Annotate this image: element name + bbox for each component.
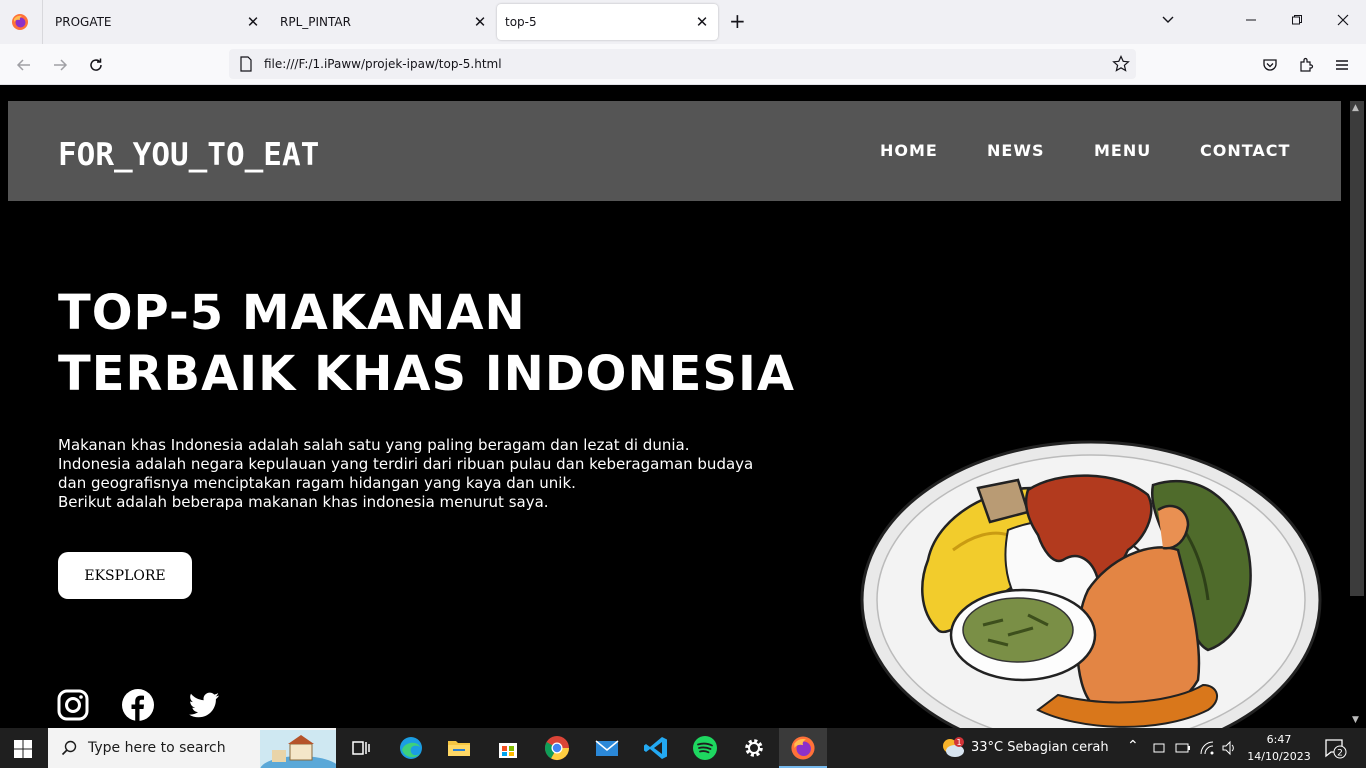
extensions-button[interactable] <box>1295 54 1317 76</box>
site-header: FOR_YOU_TO_EAT HOME NEWS MENU CONTACT <box>8 101 1341 201</box>
tab-title: top-5 <box>505 15 537 29</box>
nav-home[interactable]: HOME <box>880 141 938 160</box>
list-tabs-button[interactable] <box>1156 11 1180 30</box>
nav-news[interactable]: NEWS <box>987 141 1045 160</box>
settings-gear-icon[interactable] <box>740 734 768 762</box>
instagram-icon[interactable] <box>56 688 90 722</box>
menu-button[interactable] <box>1331 54 1353 76</box>
close-icon[interactable]: ✕ <box>470 12 490 32</box>
star-icon[interactable] <box>1112 55 1130 73</box>
task-view-icon[interactable] <box>347 734 375 762</box>
mail-icon[interactable] <box>593 734 621 762</box>
arrow-left-icon <box>16 59 30 71</box>
url-text: file:///F:/1.iPaww/projek-ipaw/top-5.htm… <box>264 57 502 71</box>
taskbar-clock[interactable]: 6:47 14/10/2023 <box>1244 731 1314 765</box>
scrollbar-thumb[interactable] <box>1350 101 1364 596</box>
reload-button[interactable] <box>85 54 107 76</box>
hero-desc-line: dan geografisnya menciptakan ragam hidan… <box>58 474 576 492</box>
microsoft-store-icon[interactable] <box>494 734 522 762</box>
hero-desc-line: Indonesia adalah negara kepulauan yang t… <box>58 455 754 473</box>
minimize-button[interactable] <box>1239 11 1263 30</box>
back-button[interactable] <box>13 54 35 76</box>
tab-top-5[interactable]: top-5 ✕ <box>497 4 718 40</box>
tab-title: RPL_PINTAR <box>280 15 351 29</box>
forward-button[interactable] <box>49 54 71 76</box>
edge-icon[interactable] <box>397 734 425 762</box>
hero-desc-line: Makanan khas Indonesia adalah salah satu… <box>58 436 690 454</box>
restore-button[interactable] <box>1285 11 1309 30</box>
hero-title-line1: TOP-5 MAKANAN <box>58 285 526 341</box>
tab-rpl-pintar[interactable]: RPL_PINTAR ✕ <box>268 4 494 40</box>
hero-desc-line: Berikut adalah beberapa makanan khas ind… <box>58 493 549 511</box>
firefox-icon <box>791 736 815 760</box>
weather-badge: 1 <box>956 738 961 747</box>
firefox-icon[interactable] <box>11 13 29 31</box>
restore-icon <box>1292 15 1302 25</box>
search-placeholder: Type here to search <box>88 740 226 756</box>
weather-icon[interactable]: 1 <box>940 736 966 760</box>
clock-date: 14/10/2023 <box>1247 750 1311 763</box>
chevron-up-icon[interactable]: ⌃ <box>1127 738 1139 754</box>
search-icon <box>61 740 77 756</box>
hero-title-line2: TERBAIK KHAS INDONESIA <box>58 346 796 402</box>
battery-icon[interactable] <box>1175 741 1191 755</box>
meet-now-icon[interactable] <box>1152 741 1166 755</box>
spotify-icon[interactable] <box>691 734 719 762</box>
explore-button[interactable]: EKSPLORE <box>58 552 192 599</box>
tab-progate[interactable]: PROGATE ✕ <box>43 4 268 40</box>
hero-description: Makanan khas Indonesia adalah salah satu… <box>58 436 848 512</box>
page-scrollbar[interactable] <box>1349 101 1366 728</box>
weather-text[interactable]: 33°C Sebagian cerah <box>971 740 1109 755</box>
vscode-icon[interactable] <box>642 734 670 762</box>
puzzle-icon <box>1300 57 1314 72</box>
volume-icon[interactable] <box>1221 740 1237 756</box>
scroll-up-arrow[interactable]: ▲ <box>1352 103 1359 113</box>
hero-title: TOP-5 MAKANAN TERBAIK KHAS INDONESIA <box>58 283 795 405</box>
close-icon <box>1337 14 1349 26</box>
nav-contact[interactable]: CONTACT <box>1200 141 1290 160</box>
page-viewport: FOR_YOU_TO_EAT HOME NEWS MENU CONTACT TO… <box>0 85 1366 728</box>
search-highlight-icon <box>260 730 336 768</box>
pocket-icon <box>1263 59 1277 71</box>
url-bar[interactable]: file:///F:/1.iPaww/projek-ipaw/top-5.htm… <box>229 49 1136 79</box>
arrow-right-icon <box>54 59 68 71</box>
nav-menu[interactable]: MENU <box>1094 141 1151 160</box>
page-icon <box>240 56 252 72</box>
new-tab-button[interactable]: + <box>729 11 746 31</box>
facebook-icon[interactable] <box>121 688 155 722</box>
taskbar-firefox-active[interactable] <box>779 728 827 768</box>
file-explorer-icon[interactable] <box>445 734 473 762</box>
twitter-icon[interactable] <box>187 688 221 722</box>
tab-title: PROGATE <box>55 15 112 29</box>
windows-taskbar: Type here to search 1 33°C Sebagian cera… <box>0 728 1366 768</box>
taskbar-search-box[interactable]: Type here to search <box>48 728 336 768</box>
hamburger-icon <box>1336 60 1348 70</box>
close-icon[interactable]: ✕ <box>692 12 712 32</box>
chevron-down-icon <box>1162 16 1174 23</box>
notification-count: 2 <box>1337 749 1343 759</box>
brand-logo[interactable]: FOR_YOU_TO_EAT <box>58 137 319 173</box>
food-plate-illustration <box>860 440 1322 728</box>
minimize-icon <box>1246 19 1256 21</box>
clock-time: 6:47 <box>1266 733 1292 746</box>
browser-nav-bar: file:///F:/1.iPaww/projek-ipaw/top-5.htm… <box>0 44 1366 85</box>
pocket-button[interactable] <box>1259 54 1281 76</box>
close-window-button[interactable] <box>1331 11 1355 30</box>
close-icon[interactable]: ✕ <box>243 12 263 32</box>
scroll-down-arrow[interactable]: ▼ <box>1352 715 1359 725</box>
chrome-icon[interactable] <box>543 734 571 762</box>
reload-icon <box>90 58 102 71</box>
wifi-icon[interactable] <box>1199 740 1215 756</box>
browser-tab-bar: PROGATE ✕ RPL_PINTAR ✕ top-5 ✕ + <box>0 0 1366 44</box>
windows-start-icon[interactable] <box>14 740 32 758</box>
notification-icon[interactable]: 2 <box>1323 737 1347 759</box>
